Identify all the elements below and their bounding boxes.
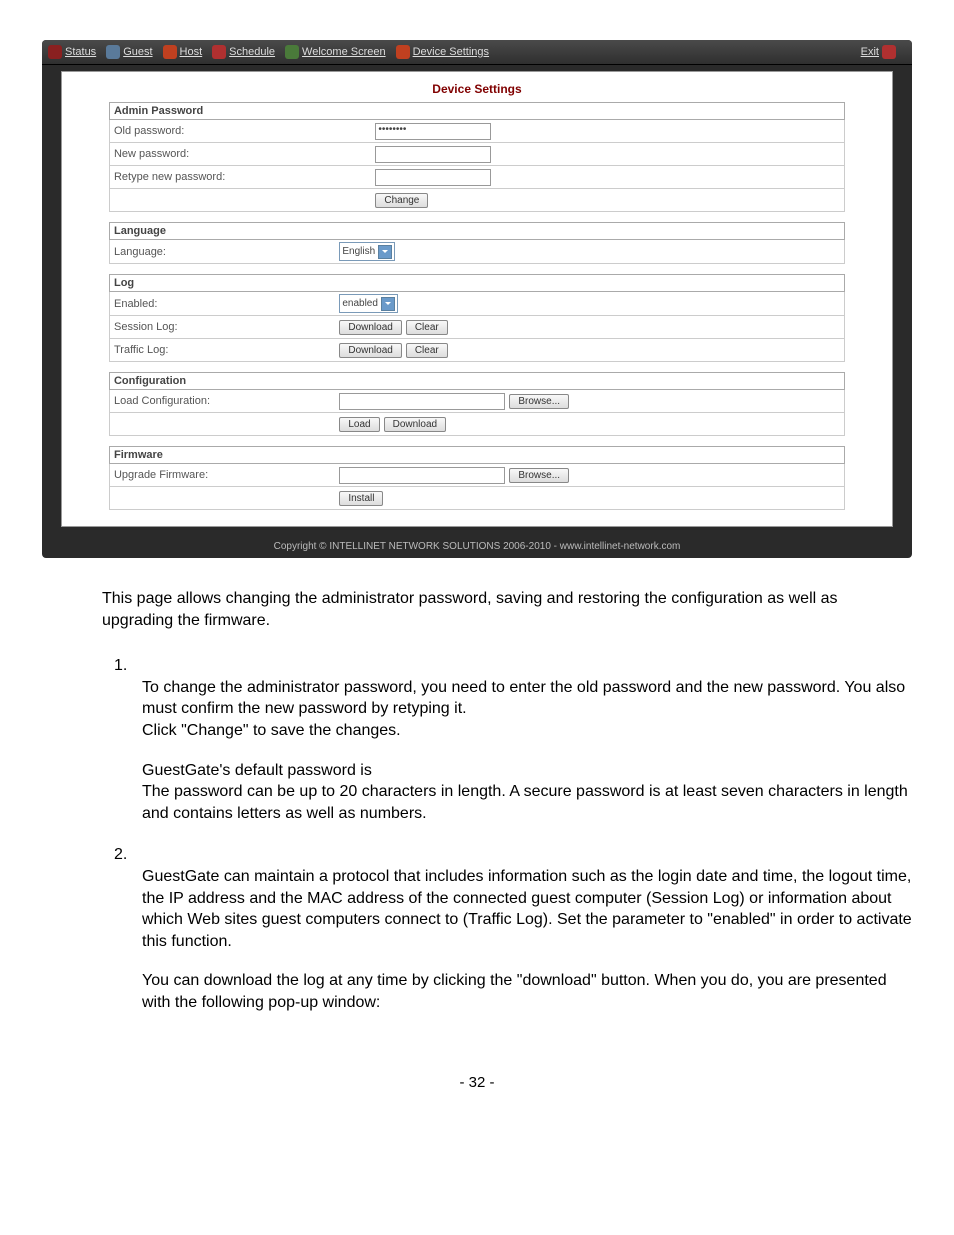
- traffic-log-label: Traffic Log:: [114, 344, 375, 356]
- copyright-text: Copyright © INTELLINET NETWORK SOLUTIONS…: [42, 537, 912, 558]
- firmware-file-input[interactable]: [339, 467, 505, 484]
- item1-p4: The password can be up to 20 characters …: [142, 781, 912, 824]
- session-clear-button[interactable]: Clear: [406, 320, 448, 335]
- panel-title: Device Settings: [68, 78, 886, 102]
- settings-panel: Device Settings Admin Password Old passw…: [61, 71, 893, 527]
- nav-host[interactable]: Host: [163, 45, 203, 59]
- language-label: Language:: [114, 246, 375, 258]
- config-download-button[interactable]: Download: [384, 417, 446, 432]
- new-password-label: New password:: [114, 148, 375, 160]
- item2-p1: GuestGate can maintain a protocol that i…: [142, 866, 912, 952]
- section-header: Admin Password: [109, 102, 845, 120]
- gear-icon: [396, 45, 410, 59]
- upgrade-firmware-label: Upgrade Firmware:: [114, 469, 375, 481]
- load-config-label: Load Configuration:: [114, 395, 375, 407]
- section-log: Log Enabled: enabled Session Log: Downlo…: [109, 274, 845, 362]
- item1-p2: Click "Change" to save the changes.: [142, 720, 912, 742]
- section-header: Firmware: [109, 446, 845, 464]
- session-log-label: Session Log:: [114, 321, 375, 333]
- change-button[interactable]: Change: [375, 193, 428, 208]
- nav-device[interactable]: Device Settings: [396, 45, 489, 59]
- retype-password-input[interactable]: [375, 169, 491, 186]
- nav-guest-label: Guest: [123, 46, 152, 58]
- traffic-clear-button[interactable]: Clear: [406, 343, 448, 358]
- nav-status-label: Status: [65, 46, 96, 58]
- nav-host-label: Host: [180, 46, 203, 58]
- section-header: Language: [109, 222, 845, 240]
- language-select[interactable]: English: [339, 242, 395, 261]
- nav-guest[interactable]: Guest: [106, 45, 152, 59]
- section-language: Language Language: English: [109, 222, 845, 264]
- section-firmware: Firmware Upgrade Firmware: Browse... Ins…: [109, 446, 845, 510]
- nav-welcome[interactable]: Welcome Screen: [285, 45, 386, 59]
- top-nav: Status Guest Host Schedule Welcome Scree…: [42, 40, 912, 65]
- config-load-button[interactable]: Load: [339, 417, 379, 432]
- chevron-down-icon: [381, 297, 395, 311]
- chevron-down-icon: [378, 245, 392, 259]
- magnifier-icon: [48, 45, 62, 59]
- nav-status[interactable]: Status: [48, 45, 96, 59]
- calendar-icon: [212, 45, 226, 59]
- session-download-button[interactable]: Download: [339, 320, 401, 335]
- section-header: Configuration: [109, 372, 845, 390]
- log-enabled-select[interactable]: enabled: [339, 294, 398, 313]
- traffic-download-button[interactable]: Download: [339, 343, 401, 358]
- intro-paragraph: This page allows changing the administra…: [102, 588, 912, 631]
- home-icon: [163, 45, 177, 59]
- page-number: - 32 -: [42, 1074, 912, 1091]
- user-icon: [106, 45, 120, 59]
- nav-schedule[interactable]: Schedule: [212, 45, 275, 59]
- new-password-input[interactable]: [375, 146, 491, 163]
- config-file-input[interactable]: [339, 393, 505, 410]
- nav-schedule-label: Schedule: [229, 46, 275, 58]
- firmware-browse-button[interactable]: Browse...: [509, 468, 569, 483]
- nav-exit-label: Exit: [861, 46, 879, 58]
- firmware-install-button[interactable]: Install: [339, 491, 383, 506]
- section-admin-password: Admin Password Old password: •••••••• Ne…: [109, 102, 845, 212]
- nav-welcome-label: Welcome Screen: [302, 46, 386, 58]
- log-enabled-label: Enabled:: [114, 298, 375, 310]
- retype-password-label: Retype new password:: [114, 171, 375, 183]
- list-number-2: 2.: [114, 844, 142, 866]
- old-password-input[interactable]: ••••••••: [375, 123, 491, 140]
- exit-icon: [882, 45, 896, 59]
- item1-p1: To change the administrator password, yo…: [142, 677, 912, 720]
- section-configuration: Configuration Load Configuration: Browse…: [109, 372, 845, 436]
- nav-device-label: Device Settings: [413, 46, 489, 58]
- nav-exit[interactable]: Exit: [861, 45, 896, 59]
- page-icon: [285, 45, 299, 59]
- device-settings-screenshot: Status Guest Host Schedule Welcome Scree…: [42, 40, 912, 558]
- old-password-label: Old password:: [114, 125, 375, 137]
- item2-p2: You can download the log at any time by …: [142, 970, 912, 1013]
- list-number-1: 1.: [114, 655, 142, 677]
- section-header: Log: [109, 274, 845, 292]
- config-browse-button[interactable]: Browse...: [509, 394, 569, 409]
- item1-p3: GuestGate's default password is: [142, 760, 912, 782]
